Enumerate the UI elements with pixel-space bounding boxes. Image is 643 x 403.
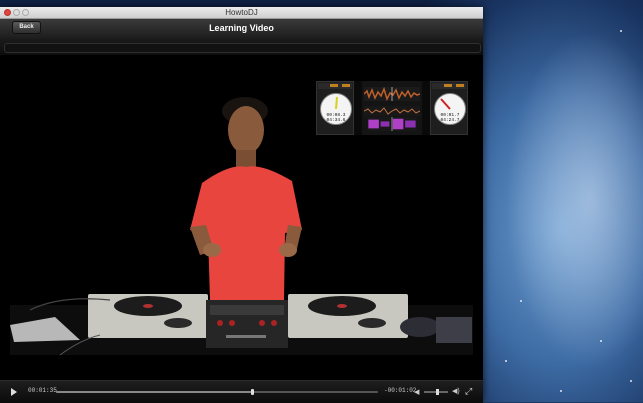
remaining-time: -00:01:02 [384,387,417,394]
playback-controls: 00:01:35 -00:01:02 ◀ ◀) ⤢ [0,380,483,403]
progress-scrubber[interactable] [251,389,255,395]
progress-track[interactable] [56,389,378,395]
progress-fill [56,391,253,393]
play-icon[interactable] [11,388,17,396]
app-window: HowtoDJ Back Learning Video 00:08.3 04:3… [0,7,483,403]
video-player[interactable]: 00:08.3 04:34.6 00:01.7 04:24.7 [0,55,483,380]
sub-toolbar-groove [4,43,481,53]
volume-low-icon[interactable]: ◀ [414,388,419,396]
star [520,300,522,302]
volume-high-icon[interactable]: ◀) [452,387,460,395]
window-title: HowtoDJ [225,8,258,17]
volume-slider[interactable] [424,389,448,395]
star [560,390,562,392]
page-title: Learning Video [209,23,274,33]
fullscreen-icon[interactable]: ⤢ [465,386,472,397]
sub-toolbar [0,39,483,55]
star [620,30,622,32]
volume-knob[interactable] [436,389,440,395]
presenter-scene [10,97,473,356]
star [600,340,602,342]
title-bar: HowtoDJ [0,7,483,19]
elapsed-time: 00:01:35 [28,387,57,394]
star [630,380,632,382]
star [505,360,507,362]
toolbar: Back Learning Video [0,19,483,39]
